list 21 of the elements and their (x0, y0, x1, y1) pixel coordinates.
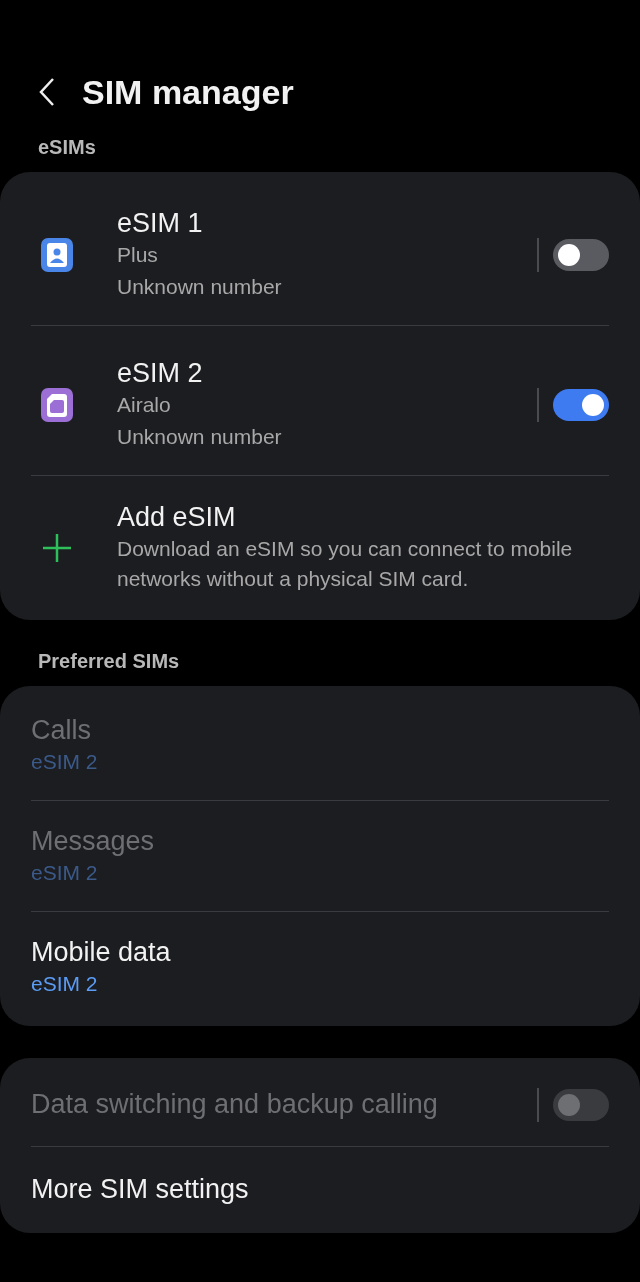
carrier-name: Plus (117, 242, 159, 269)
preference-title[interactable]: Mobile data (31, 935, 609, 969)
preference-title: Messages (31, 824, 156, 858)
preference-value: eSIM 2 (31, 971, 99, 998)
add-esim-description: Download an eSIM so you can connect to mobile networks without a physical SIM card. (117, 535, 574, 593)
phone-number: Unknown number (117, 273, 283, 300)
preference-value: eSIM 2 (31, 860, 99, 887)
add-esim-title: Add eSIM (117, 501, 237, 534)
sim-name: eSIM 2 (117, 356, 204, 390)
section-label: eSIMs (37, 135, 97, 160)
page-title: SIM manager (82, 71, 294, 113)
section-label: Preferred SIMs (37, 649, 181, 674)
toggle-switch[interactable] (553, 388, 609, 421)
preference-value: eSIM 2 (31, 749, 99, 776)
preference-title: Calls (31, 714, 92, 747)
carrier-name: Airalo (117, 392, 172, 419)
setting-label: Data switching and backup calling (31, 1088, 439, 1121)
phone-number: Unknown number (117, 423, 283, 450)
settings-link[interactable]: More SIM settings (31, 1172, 609, 1206)
sim-name: eSIM 1 (117, 206, 204, 240)
toggle-switch[interactable] (553, 238, 609, 271)
